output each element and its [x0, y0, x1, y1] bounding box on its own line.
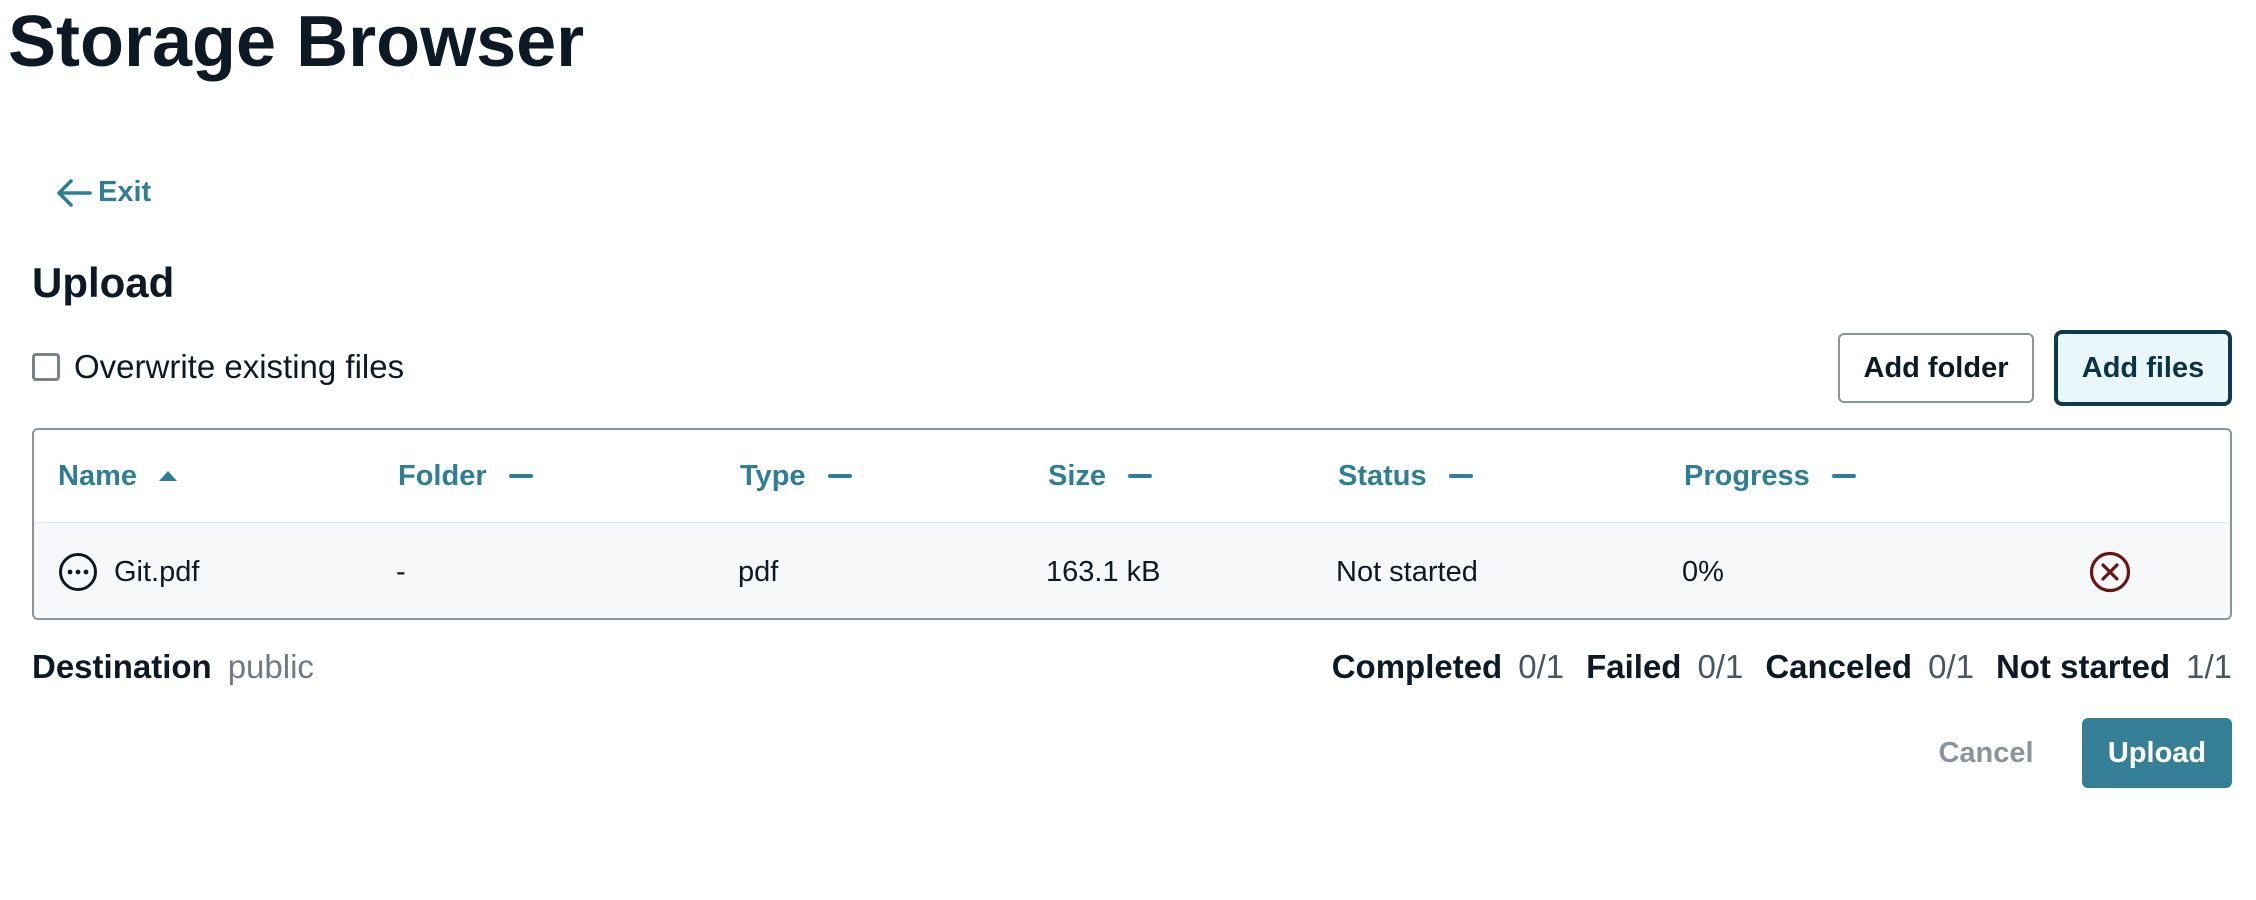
sort-none-icon: [508, 474, 533, 478]
sort-none-icon: [1831, 474, 1856, 478]
table-row: Git.pdf - pdf 163.1 kB Not started 0%: [34, 523, 2230, 618]
count-completed: Completed 0/1: [1331, 648, 1565, 685]
destination-value: public: [227, 648, 314, 685]
count-not-started: Not started 1/1: [1995, 648, 2232, 685]
cell-name: Git.pdf: [58, 523, 199, 618]
cell-status: Not started: [1336, 555, 1478, 588]
add-folder-button[interactable]: Add folder: [1838, 333, 2034, 403]
add-files-button[interactable]: Add files: [2054, 330, 2232, 406]
page-title: Storage Browser: [8, 2, 585, 82]
cell-size: 163.1 kB: [1046, 555, 1161, 588]
cell-folder: -: [396, 555, 406, 588]
sort-none-icon: [827, 474, 852, 478]
count-canceled: Canceled 0/1: [1765, 648, 1974, 685]
sort-ascending-icon: [159, 471, 177, 481]
cancel-circle-icon[interactable]: [2088, 550, 2132, 594]
upload-counts: Completed 0/1 Failed 0/1 Canceled 0/1 No…: [1310, 648, 2232, 686]
cell-type: pdf: [738, 555, 779, 588]
upload-title: Upload: [32, 259, 175, 306]
destination: Destination public: [32, 648, 314, 686]
more-horizontal-circle-icon: [59, 553, 97, 591]
upload-table: Name Folder Type Size Status Progress Gi…: [32, 428, 2232, 620]
count-failed: Failed 0/1: [1586, 648, 1744, 685]
column-header-progress[interactable]: Progress: [1684, 430, 1856, 522]
column-header-status[interactable]: Status: [1338, 430, 1473, 522]
cell-progress: 0%: [1682, 555, 1724, 588]
overwrite-option[interactable]: Overwrite existing files: [32, 348, 404, 386]
upload-button[interactable]: Upload: [2082, 718, 2232, 788]
column-header-type[interactable]: Type: [740, 430, 852, 522]
overwrite-label: Overwrite existing files: [74, 348, 405, 385]
exit-label: Exit: [98, 176, 152, 208]
table-header: Name Folder Type Size Status Progress: [34, 430, 2230, 523]
column-header-name[interactable]: Name: [58, 430, 177, 522]
column-header-folder[interactable]: Folder: [398, 430, 533, 522]
arrow-left-icon: [57, 178, 92, 207]
cell-action: [2088, 523, 2132, 618]
sort-none-icon: [1128, 474, 1153, 478]
column-header-size[interactable]: Size: [1048, 430, 1153, 522]
cancel-button[interactable]: Cancel: [1918, 718, 2054, 788]
overwrite-checkbox[interactable]: [32, 353, 60, 381]
destination-label: Destination: [32, 648, 212, 685]
sort-none-icon: [1448, 474, 1473, 478]
exit-link[interactable]: Exit: [56, 176, 151, 209]
